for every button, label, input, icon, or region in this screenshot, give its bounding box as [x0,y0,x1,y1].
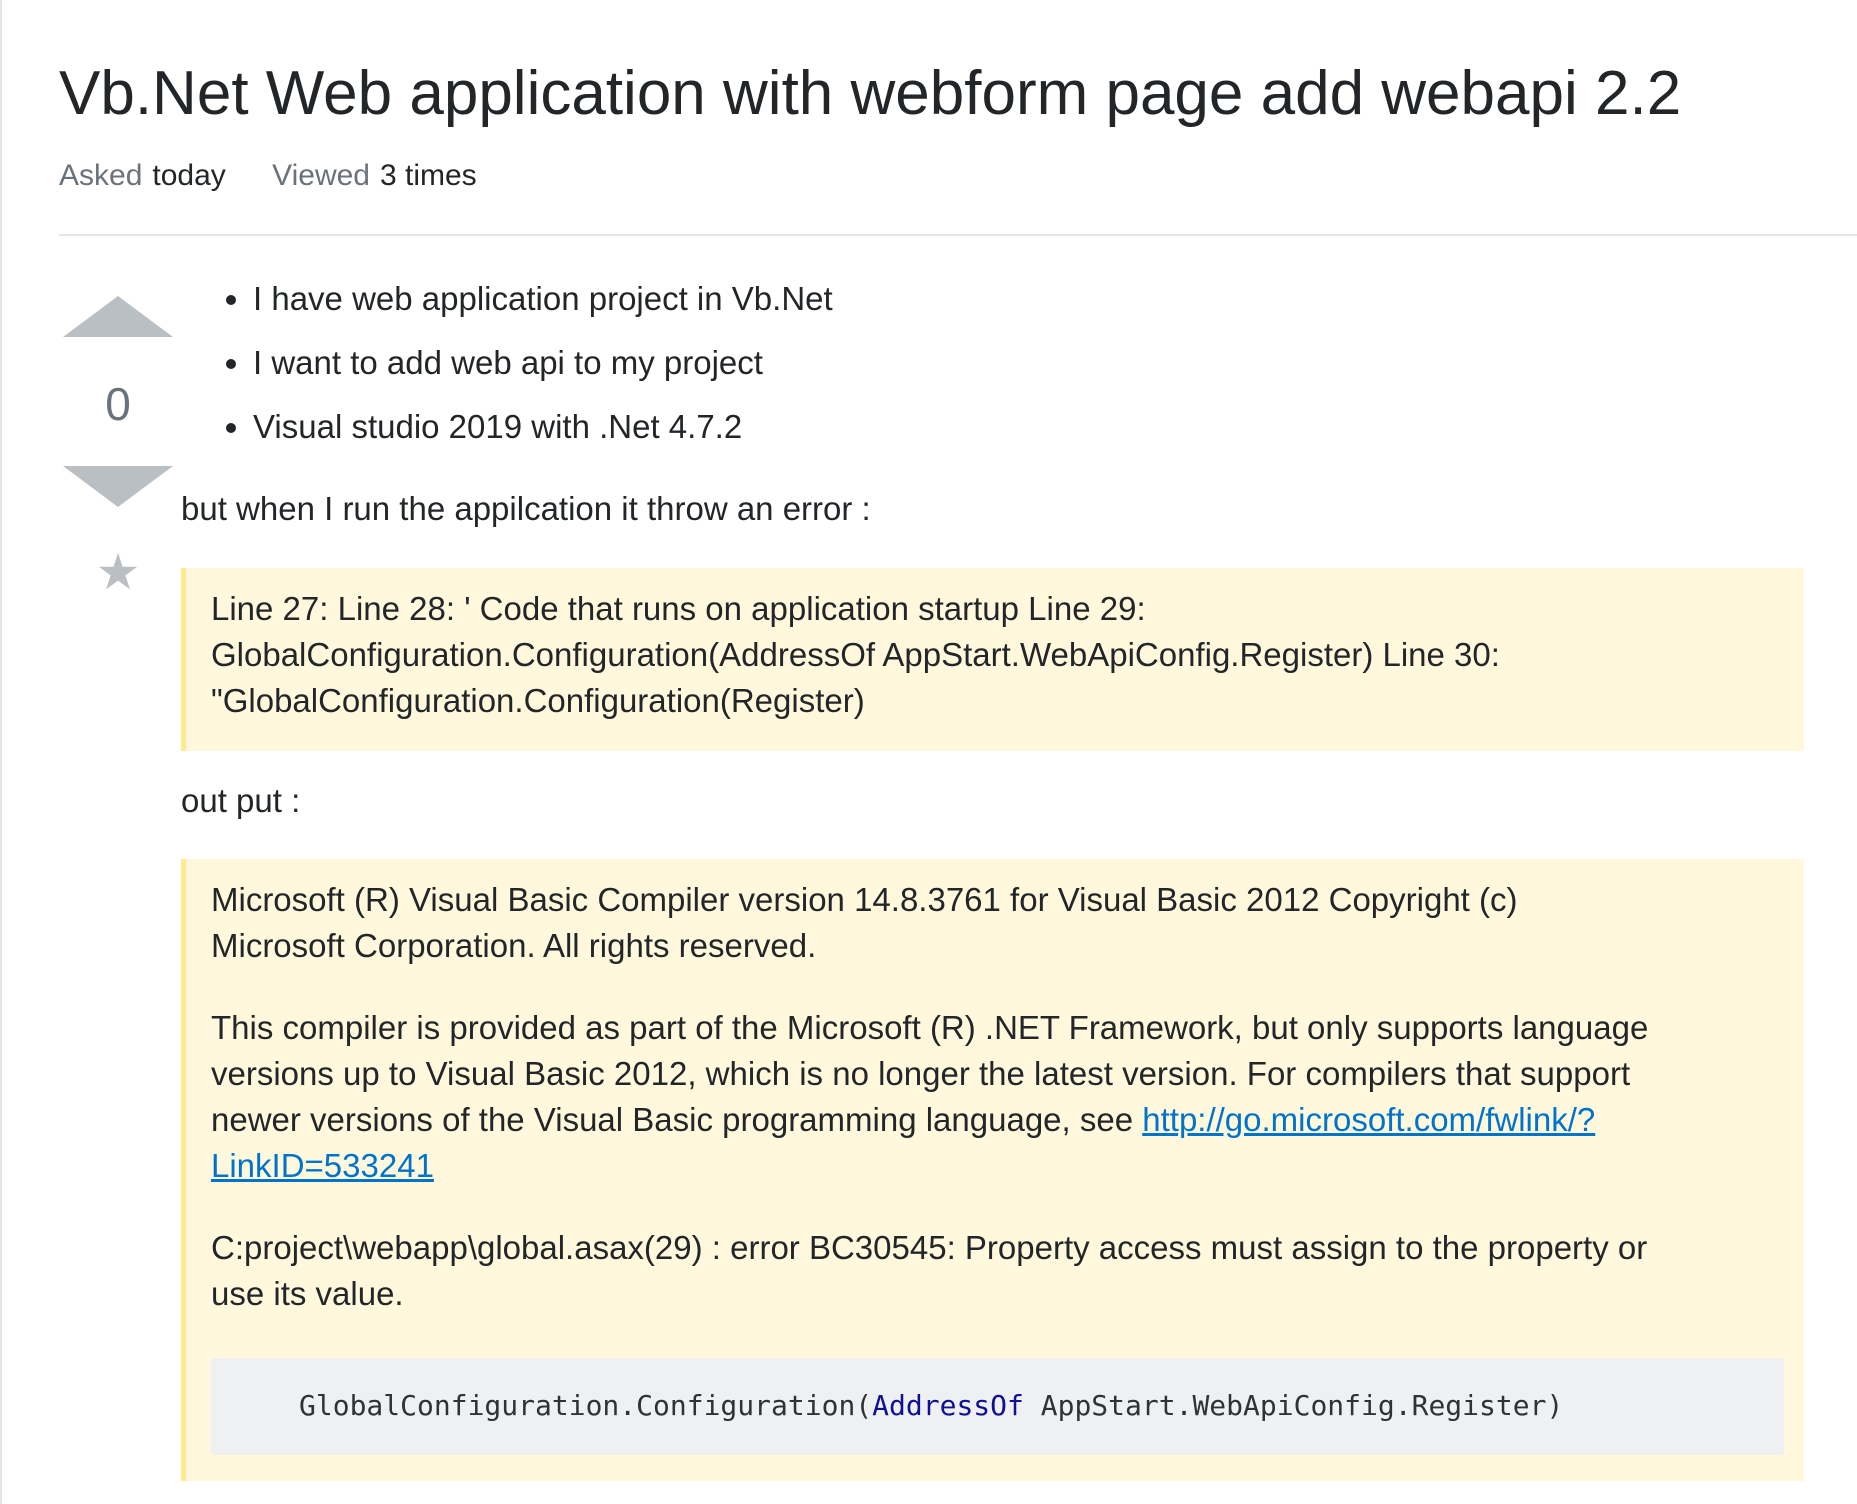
quote-line: GlobalConfiguration.Configuration(Addres… [211,636,1500,673]
vote-count: 0 [105,378,131,430]
quote-line: This compiler is provided as part of the… [211,1009,1649,1046]
code-block[interactable]: GlobalConfiguration.Configuration(Addres… [211,1358,1784,1455]
question-title[interactable]: Vb.Net Web application with webform page… [59,54,1681,134]
quote-line: "GlobalConfiguration.Configuration(Regis… [211,682,865,719]
bullet-list: I have web application project in Vb.Net… [181,276,1857,450]
arrow-up-icon[interactable] [63,296,173,337]
asked-label: Asked [59,159,143,192]
error-quote: Line 27: Line 28: ' Code that runs on ap… [181,568,1804,751]
code-text: GlobalConfiguration.Configuration( [299,1389,873,1422]
compiler-note-paragraph: This compiler is provided as part of the… [211,1005,1779,1189]
quote-line: versions up to Visual Basic 2012, which … [211,1055,1631,1092]
quote-line: Microsoft (R) Visual Basic Compiler vers… [211,881,1518,918]
question-body: I have web application project in Vb.Net… [181,276,1857,1481]
quote-line: Line 27: Line 28: ' Code that runs on ap… [211,590,1146,627]
question-meta: Asked today Viewed 3 times [59,158,515,194]
error-paragraph: C:project\webapp\global.asax(29) : error… [211,1225,1779,1317]
link-text-part: LinkID=533241 [211,1147,434,1184]
quote-line: Microsoft Corporation. All rights reserv… [211,927,817,964]
code-keyword: AddressOf [872,1389,1024,1422]
arrow-down-icon[interactable] [63,466,173,507]
viewed-label: Viewed [272,159,370,192]
quote-line: C:project\webapp\global.asax(29) : error… [211,1229,1648,1266]
code-text: AppStart.WebApiConfig.Register) [1023,1389,1564,1422]
error-intro-text: but when I run the appilcation it throw … [181,490,871,527]
list-item: I have web application project in Vb.Net [253,276,1857,322]
link-text-part: http://go.microsoft.com/fwlink/? [1142,1101,1596,1138]
viewed-value: 3 times [379,159,477,192]
asked-value: today [152,159,226,192]
asked-info: Asked today [59,158,226,194]
left-border [0,0,2,1504]
output-quote: Microsoft (R) Visual Basic Compiler vers… [181,859,1804,1481]
quote-line: use its value. [211,1275,404,1312]
compiler-version-paragraph: Microsoft (R) Visual Basic Compiler vers… [211,877,1779,969]
quote-line: newer versions of the Visual Basic progr… [211,1101,1143,1138]
output-intro-text: out put : [181,782,301,819]
bookmark-star-icon[interactable]: ★ [59,544,177,600]
viewed-info: Viewed 3 times [272,158,477,194]
list-item: Visual studio 2019 with .Net 4.7.2 [253,404,1857,450]
header-divider [59,234,1857,236]
list-item: I want to add web api to my project [253,340,1857,386]
